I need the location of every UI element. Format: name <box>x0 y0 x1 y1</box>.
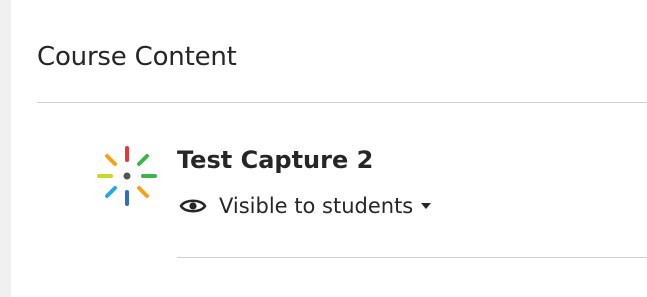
page-title: Course Content <box>37 42 237 72</box>
content-item-title[interactable]: Test Capture 2 <box>177 144 373 176</box>
visibility-label: Visible to students <box>219 194 414 218</box>
eye-icon <box>179 199 207 213</box>
visibility-dropdown[interactable]: Visible to students <box>179 192 432 220</box>
header-divider <box>37 102 647 103</box>
caret-down-icon <box>421 203 432 209</box>
kaltura-capture-icon <box>97 146 157 206</box>
item-divider <box>177 257 647 258</box>
